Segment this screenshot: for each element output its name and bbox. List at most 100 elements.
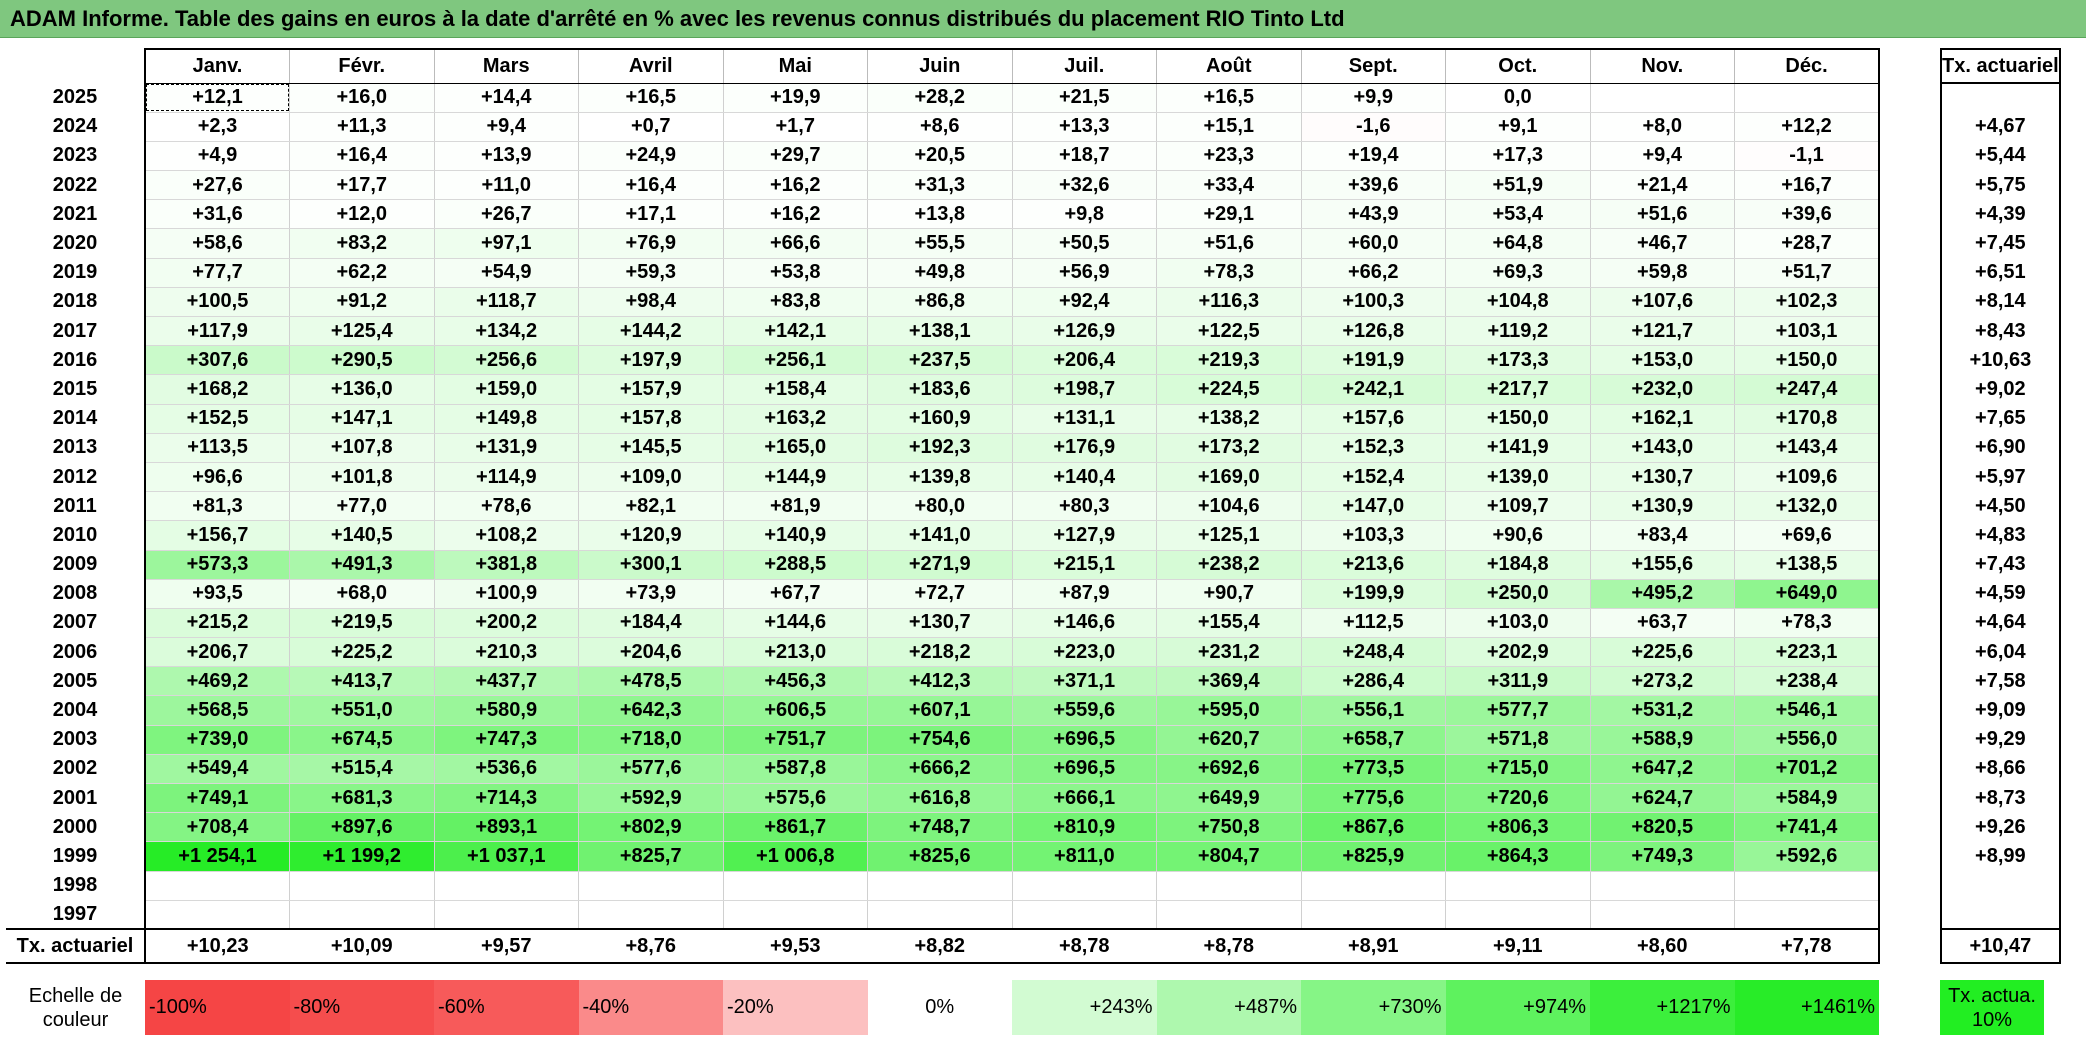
gain-cell: +91,2 [289, 287, 435, 318]
month-header: Nov. [1589, 48, 1735, 84]
annual-rate-cell: +8,66 [1940, 754, 2061, 784]
gain-cell: +66,2 [1301, 258, 1446, 288]
table-row: 2020 +58,6 +83,2 +97,1 +76,9 +66,6 +55,5 +50,5 +… [6, 228, 1880, 259]
year-label: 2000 [52, 815, 98, 838]
header-corner [6, 49, 145, 83]
gain-cell: +64,8 [1445, 228, 1591, 259]
annual-rate-cell: +6,51 [1940, 258, 2061, 288]
gain-cell: +184,4 [578, 608, 724, 639]
gain-cell: +273,2 [1590, 666, 1735, 697]
gain-cell: +773,5 [1301, 754, 1446, 785]
gain-cell: +120,9 [578, 520, 724, 551]
color-scale-swatch: -100% [145, 980, 290, 1035]
gain-cell: +191,9 [1301, 345, 1446, 376]
gain-cell: +802,9 [578, 812, 724, 843]
annual-rate-cell: +4,59 [1940, 579, 2061, 609]
month-header: Mai [722, 48, 868, 84]
gain-cell: +138,1 [867, 316, 1013, 347]
year-label: 2018 [52, 290, 98, 313]
gain-cell: +136,0 [289, 374, 435, 405]
gain-cell: +20,5 [867, 141, 1013, 172]
gain-cell: +21,5 [1012, 83, 1157, 113]
gain-cell: +16,5 [1156, 83, 1302, 113]
gain-cell: +130,7 [1590, 462, 1735, 493]
gain-cell: +749,3 [1590, 841, 1735, 872]
year-label: 2016 [52, 348, 98, 371]
gain-cell: +286,4 [1301, 666, 1446, 697]
gain-cell: +100,5 [144, 287, 290, 318]
year-label: 2005 [52, 669, 98, 692]
gain-cell: +1 037,1 [434, 841, 579, 872]
gain-cell: +437,7 [434, 666, 579, 697]
gain-cell: +78,6 [434, 491, 579, 522]
gain-cell: +206,4 [1012, 345, 1157, 376]
annual-rate-cell: +9,26 [1940, 812, 2061, 842]
color-scale-swatch: -80% [289, 980, 434, 1035]
gain-cell: +141,0 [867, 520, 1013, 551]
gain-cell: +159,0 [434, 374, 579, 405]
gain-cell: +198,7 [1012, 374, 1157, 405]
gain-cell [578, 900, 724, 930]
gain-cell: +157,6 [1301, 404, 1446, 434]
gain-cell: +747,3 [434, 725, 579, 755]
gain-cell: +213,6 [1301, 550, 1446, 580]
year-label: 2009 [52, 553, 98, 576]
gain-cell: +242,1 [1301, 374, 1446, 405]
gain-cell: +141,9 [1445, 433, 1591, 463]
gain-cell: +197,9 [578, 345, 724, 376]
gain-cell: +606,5 [723, 695, 868, 726]
gain-cell: +714,3 [434, 783, 579, 814]
gain-cell: +125,1 [1156, 520, 1302, 551]
gain-cell: +39,6 [1734, 199, 1880, 230]
gain-cell: +116,3 [1156, 287, 1302, 318]
year-label: 2017 [52, 319, 98, 342]
gain-cell: +112,5 [1301, 608, 1446, 639]
gain-cell: +144,6 [723, 608, 868, 639]
gain-cell: +51,7 [1734, 258, 1880, 288]
gain-cell: +491,3 [289, 550, 435, 580]
annual-rate-cell: +8,99 [1940, 841, 2061, 872]
gain-cell: +119,2 [1445, 316, 1591, 347]
gain-cell: +117,9 [144, 316, 290, 347]
gain-cell: +649,0 [1734, 579, 1880, 609]
gain-cell: +78,3 [1734, 608, 1880, 639]
gain-cell: +867,6 [1301, 812, 1446, 843]
table-row: 2000 +708,4 +897,6 +893,1 +802,9 +861,7 +748,7… [6, 812, 1880, 843]
gains-table: Janv. Févr. Mars Avril Mai Juin Juil. Août Sept.… [6, 48, 1880, 965]
annual-rate-cell: +6,90 [1940, 433, 2061, 463]
year-label: 2008 [52, 582, 98, 605]
color-scale-swatch: +730% [1301, 980, 1446, 1035]
year-label: 2002 [52, 757, 98, 780]
gain-cell: +16,4 [289, 141, 435, 172]
table-row: 2015 +168,2 +136,0 +159,0 +157,9 +158,4 +183,6… [6, 374, 1880, 405]
gain-cell: +666,1 [1012, 783, 1157, 814]
month-header: Juin [867, 48, 1013, 84]
gain-cell [723, 871, 868, 901]
gain-cell: +162,1 [1590, 404, 1735, 434]
gain-cell: +78,3 [1156, 258, 1302, 288]
gain-cell: +130,9 [1590, 491, 1735, 522]
monthly-rate-cell: +8,60 [1590, 928, 1735, 965]
gain-cell: +72,7 [867, 579, 1013, 609]
gain-cell: +86,8 [867, 287, 1013, 318]
color-scale-swatch: +487% [1156, 980, 1301, 1035]
table-row: 2016 +307,6 +290,5 +256,6 +197,9 +256,1 +237,5… [6, 345, 1880, 376]
gain-cell: +77,0 [289, 491, 435, 522]
table-row: 2019 +77,7 +62,2 +54,9 +59,3 +53,8 +49,8 +56,9 +… [6, 258, 1880, 288]
table-row: 2014 +152,5 +147,1 +149,8 +157,8 +163,2 +160,9… [6, 404, 1880, 434]
gain-cell: +811,0 [1012, 841, 1157, 872]
gain-cell: +607,1 [867, 695, 1013, 726]
year-label: 2010 [52, 523, 98, 546]
gain-cell: +11,3 [289, 112, 435, 142]
gain-cell: +157,8 [578, 404, 724, 434]
gain-cell [578, 871, 724, 901]
gain-cell: +146,6 [1012, 608, 1157, 639]
gain-cell: +13,3 [1012, 112, 1157, 142]
annual-rate-cell: +5,75 [1940, 170, 2061, 200]
gain-cell: +820,5 [1590, 812, 1735, 843]
gain-cell: +29,7 [723, 141, 868, 172]
gain-cell: +213,0 [723, 637, 868, 668]
gain-cell [723, 900, 868, 930]
gain-cell: +16,0 [289, 83, 435, 113]
gain-cell: +206,7 [144, 637, 290, 668]
